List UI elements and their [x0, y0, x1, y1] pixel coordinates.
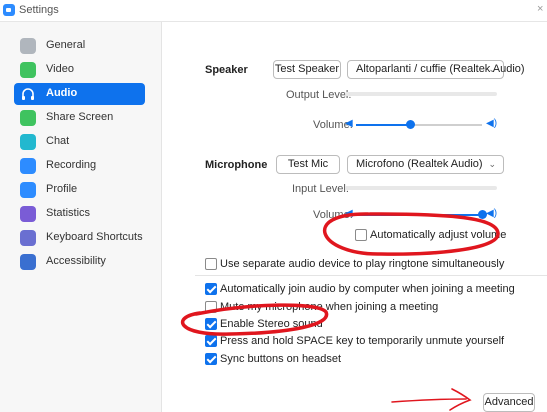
enable-stereo-checkbox[interactable] [205, 318, 217, 330]
speaker-volume-slider[interactable] [356, 120, 482, 129]
auto-join-audio-checkbox[interactable] [205, 283, 217, 295]
output-level-label: Output Level: [286, 89, 352, 101]
accessibility-icon [20, 254, 36, 270]
sidebar-item-accessibility[interactable]: Accessibility [14, 251, 145, 273]
enable-stereo-label: Enable Stereo sound [220, 318, 323, 330]
mute-microphone-label: Mute my microphone when joining a meetin… [220, 301, 439, 313]
output-level-meter [345, 92, 497, 96]
zoom-app-icon [3, 4, 15, 16]
microphone-device-value: Microfono (Realtek Audio) [356, 158, 483, 170]
sidebar-item-share-screen[interactable]: Share Screen [14, 107, 145, 129]
speaker-label: Speaker [205, 64, 248, 76]
profile-icon [20, 182, 36, 198]
sync-headset-checkbox[interactable] [205, 353, 217, 365]
sidebar-item-label: Profile [46, 183, 78, 195]
mute-microphone-checkbox[interactable] [205, 301, 217, 313]
advanced-button[interactable]: Advanced [483, 393, 535, 412]
speaker-volume-fill [356, 124, 411, 126]
sidebar-item-chat[interactable]: Chat [14, 131, 145, 153]
chevron-down-icon: ⌄ [488, 159, 496, 169]
auto-adjust-volume-label: Automatically adjust volume [370, 229, 507, 241]
gear-icon [20, 38, 36, 54]
test-mic-button[interactable]: Test Mic [276, 155, 340, 174]
sidebar: General Video Audio Share Screen Chat Re… [0, 22, 162, 412]
microphone-volume-slider[interactable] [356, 210, 487, 219]
space-unmute-checkbox[interactable] [205, 335, 217, 347]
speaker-volume-knob[interactable] [406, 120, 416, 129]
sidebar-item-label: Accessibility [46, 255, 106, 267]
annotation-arrow [391, 388, 472, 411]
microphone-device-select[interactable]: Microfono (Realtek Audio) ⌄ [347, 155, 504, 174]
sidebar-item-label: Recording [46, 159, 97, 171]
sidebar-item-label: General [46, 39, 86, 51]
test-speaker-button[interactable]: Test Speaker [273, 60, 341, 79]
section-divider [195, 275, 547, 276]
speaker-device-select[interactable]: Altoparlanti / cuffie (Realtek Audio) ⌄ [347, 60, 525, 79]
auto-adjust-volume-checkbox[interactable] [355, 229, 367, 241]
microphone-label: Microphone [205, 159, 268, 171]
separate-audio-device-label: Use separate audio device to play ringto… [220, 258, 505, 270]
sidebar-item-statistics[interactable]: Statistics [14, 203, 145, 225]
speaker-high-icon: ◀) [486, 118, 498, 129]
speaker-low-icon: ◀ [345, 118, 353, 129]
recording-icon [20, 158, 36, 174]
sidebar-item-label: Video [46, 63, 74, 75]
sidebar-item-label: Keyboard Shortcuts [46, 231, 143, 243]
input-level-meter [345, 186, 497, 190]
separate-audio-device-checkbox[interactable] [205, 258, 217, 270]
keyboard-icon [20, 230, 36, 246]
microphone-volume-fill [356, 214, 482, 216]
speaker-device-value: Altoparlanti / cuffie (Realtek Audio) [356, 63, 525, 75]
sidebar-item-label: Audio [46, 87, 78, 99]
sidebar-item-audio[interactable]: Audio [14, 83, 145, 105]
sidebar-item-label: Statistics [46, 207, 91, 219]
statistics-icon [20, 206, 36, 222]
headphones-icon [20, 86, 36, 102]
share-screen-icon [20, 110, 36, 126]
microphone-high-icon: ◀) [486, 208, 498, 219]
video-icon [20, 62, 36, 78]
sidebar-item-label: Share Screen [46, 111, 114, 123]
sidebar-item-label: Chat [46, 135, 70, 147]
input-level-label: Input Level: [292, 183, 349, 195]
sidebar-item-profile[interactable]: Profile [14, 179, 145, 201]
space-unmute-label: Press and hold SPACE key to temporarily … [220, 335, 505, 347]
auto-join-audio-label: Automatically join audio by computer whe… [220, 283, 515, 295]
sidebar-item-recording[interactable]: Recording [14, 155, 145, 177]
sidebar-item-video[interactable]: Video [14, 59, 145, 81]
microphone-low-icon: ◀ [345, 208, 353, 219]
title-bar: Settings × [0, 0, 547, 22]
chevron-down-icon: ⌄ [488, 64, 496, 74]
sidebar-item-keyboard-shortcuts[interactable]: Keyboard Shortcuts [14, 227, 145, 249]
chat-icon [20, 134, 36, 150]
sidebar-item-general[interactable]: General [14, 35, 145, 57]
close-icon[interactable]: × [537, 3, 543, 15]
sync-headset-label: Sync buttons on headset [220, 353, 342, 365]
window-title: Settings [19, 4, 59, 16]
